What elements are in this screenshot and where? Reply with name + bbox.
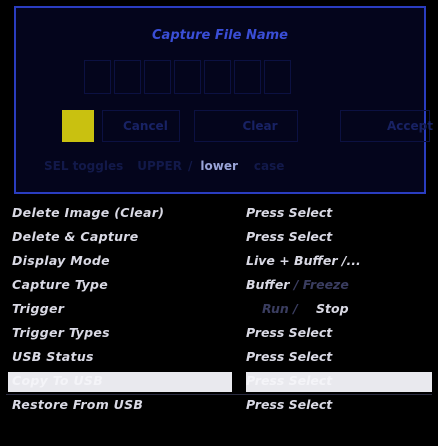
menu-item-value: Press Select [246, 325, 333, 340]
menu-item-label: Trigger Types [12, 325, 110, 340]
menu-divider [6, 394, 432, 395]
menu-item-label: Copy To USB [12, 373, 104, 388]
case-upper-option[interactable]: UPPER [137, 159, 182, 173]
menu-item-value: Press Select [246, 229, 333, 244]
case-separator: / [188, 159, 193, 173]
menu-item-trigger-types[interactable]: Trigger Types Press Select [0, 322, 438, 346]
accept-button[interactable]: Accept [340, 110, 433, 142]
capture-menu: Delete Image (Clear) Press Select Delete… [0, 202, 438, 418]
menu-item-label: Delete Image (Clear) [12, 205, 165, 220]
menu-item-label: Capture Type [12, 277, 109, 292]
capture-file-name-dialog: Capture File Name Cancel Clear Accept SE… [14, 6, 433, 194]
char-slot[interactable] [144, 60, 171, 94]
menu-item-value: Press Select [246, 397, 333, 412]
menu-item-display-mode[interactable]: Display Mode Live + Buffer /... [0, 250, 438, 274]
menu-item-delete-image[interactable]: Delete Image (Clear) Press Select [0, 202, 438, 226]
dialog-title: Capture File Name [152, 28, 288, 43]
menu-item-label: USB Status [12, 349, 94, 364]
filename-char-slots [84, 60, 291, 94]
clear-button[interactable]: Clear [194, 110, 298, 142]
menu-item-restore-from-usb[interactable]: Restore From USB Press Select [0, 394, 438, 418]
cancel-button[interactable]: Cancel [102, 110, 180, 142]
menu-item-value: Press Select [246, 349, 333, 364]
menu-item-value: Live + Buffer /... [246, 253, 361, 268]
menu-item-label: Trigger [12, 301, 65, 316]
menu-item-value: Run / Stop [262, 301, 349, 316]
char-slot[interactable] [174, 60, 201, 94]
trigger-active: Stop [316, 301, 349, 316]
case-lower-option[interactable]: lower [200, 159, 238, 173]
menu-item-usb-status[interactable]: USB Status Press Select [0, 346, 438, 370]
menu-item-value: Press Select [246, 205, 333, 220]
menu-item-value: Press Select [246, 373, 333, 388]
menu-item-trigger[interactable]: Trigger Run / Stop [0, 298, 438, 322]
menu-item-value: Buffer / Freeze [246, 277, 349, 292]
char-slot[interactable] [204, 60, 231, 94]
menu-item-capture-type[interactable]: Capture Type Buffer / Freeze [0, 274, 438, 298]
case-word: case [253, 159, 285, 173]
sel-toggles-text: SEL toggles [44, 159, 124, 173]
menu-item-copy-to-usb[interactable]: Copy To USB Press Select [0, 370, 438, 394]
char-slot[interactable] [234, 60, 261, 94]
char-slot[interactable] [264, 60, 291, 94]
selection-cursor[interactable] [62, 110, 94, 142]
menu-item-delete-capture[interactable]: Delete & Capture Press Select [0, 226, 438, 250]
menu-item-label: Delete & Capture [12, 229, 139, 244]
trigger-inactive: Run / [262, 301, 298, 316]
capture-type-active: Buffer [246, 277, 290, 292]
menu-item-label: Restore From USB [12, 397, 144, 412]
capture-type-inactive: / Freeze [293, 277, 349, 292]
menu-item-label: Display Mode [12, 253, 110, 268]
char-slot[interactable] [84, 60, 111, 94]
char-slot[interactable] [114, 60, 141, 94]
case-toggle-hint: SEL toggles UPPER / lower case [44, 156, 404, 176]
